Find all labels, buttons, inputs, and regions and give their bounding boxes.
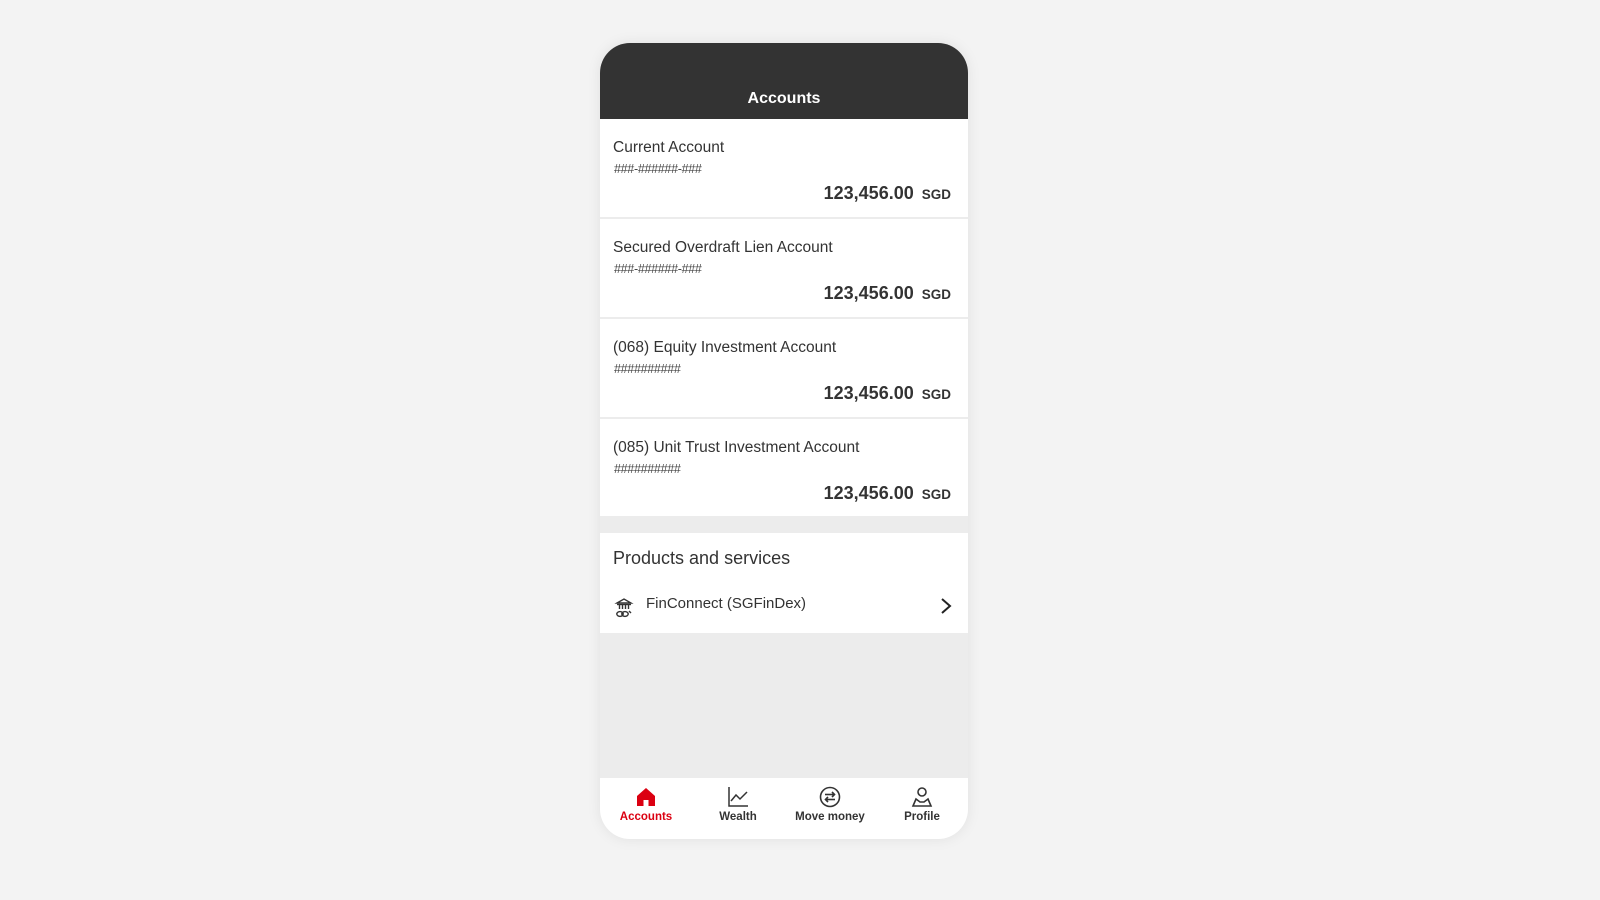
- user-icon: [911, 787, 933, 807]
- account-name: (085) Unit Trust Investment Account: [613, 439, 860, 456]
- chart-line-icon: [728, 787, 748, 807]
- account-number: ###-######-###: [614, 262, 702, 276]
- account-balance: 123,456.00 SGD: [824, 283, 951, 304]
- tab-label: Profile: [904, 811, 940, 823]
- account-balance: 123,456.00 SGD: [824, 183, 951, 204]
- account-name: Secured Overdraft Lien Account: [613, 239, 833, 256]
- account-row[interactable]: Current Account ###-######-### 123,456.0…: [600, 119, 968, 219]
- balance-currency: SGD: [921, 487, 951, 502]
- balance-amount: 123,456.00: [823, 483, 914, 503]
- tab-wealth[interactable]: Wealth: [692, 778, 784, 839]
- account-name: Current Account: [613, 139, 725, 156]
- bottom-tab-bar: Accounts Wealth Move money Profile: [600, 778, 968, 839]
- account-row[interactable]: Secured Overdraft Lien Account ###-#####…: [600, 219, 968, 319]
- tab-profile[interactable]: Profile: [876, 778, 968, 839]
- account-number: ###-######-###: [614, 162, 702, 176]
- account-balance: 123,456.00 SGD: [824, 383, 951, 404]
- account-name: (068) Equity Investment Account: [613, 339, 837, 356]
- bank-link-icon: [614, 598, 634, 618]
- products-title: Products and services: [613, 548, 791, 568]
- finconnect-label: FinConnect (SGFinDex): [646, 595, 807, 612]
- balance-amount: 123,456.00: [823, 283, 914, 303]
- balance-currency: SGD: [921, 387, 951, 402]
- tab-label: Accounts: [619, 811, 673, 823]
- tab-move-money[interactable]: Move money: [784, 778, 876, 839]
- account-number: ##########: [614, 462, 681, 476]
- finconnect-item[interactable]: FinConnect (SGFinDex): [600, 585, 968, 625]
- balance-currency: SGD: [921, 287, 951, 302]
- balance-amount: 123,456.00: [823, 383, 914, 403]
- account-row[interactable]: (085) Unit Trust Investment Account ####…: [600, 419, 968, 516]
- tab-label: Wealth: [719, 811, 757, 823]
- chevron-right-icon: [941, 598, 952, 614]
- app-header: Accounts: [600, 43, 968, 119]
- balance-amount: 123,456.00: [823, 183, 914, 203]
- account-balance: 123,456.00 SGD: [824, 483, 951, 504]
- tab-label: Move money: [795, 811, 865, 823]
- balance-currency: SGD: [921, 187, 951, 202]
- phone-frame: Accounts Current Account ###-######-### …: [600, 43, 968, 839]
- transfer-icon: [819, 786, 841, 808]
- page-title: Accounts: [747, 90, 821, 107]
- account-number: ##########: [614, 362, 681, 376]
- tab-accounts[interactable]: Accounts: [600, 778, 692, 839]
- products-section: Products and services FinConnect (SGFinD…: [600, 533, 968, 633]
- home-icon: [637, 788, 655, 806]
- account-row[interactable]: (068) Equity Investment Account ########…: [600, 319, 968, 419]
